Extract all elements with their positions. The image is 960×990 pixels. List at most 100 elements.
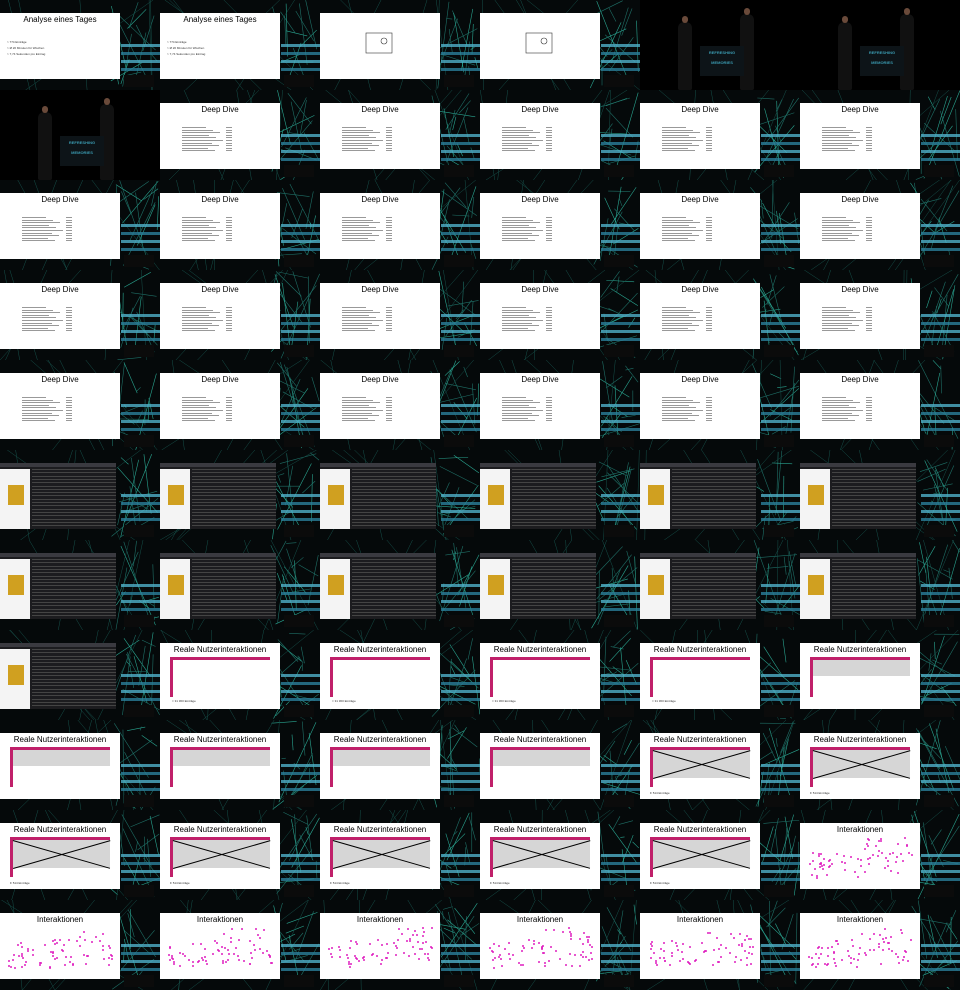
- thumbnail-app: [800, 540, 960, 630]
- text-line: [662, 237, 688, 239]
- interaction-dot: [427, 953, 430, 956]
- interaction-dot: [744, 950, 747, 953]
- text-line: [502, 330, 535, 332]
- list-row: [192, 488, 276, 490]
- slide-title: Deep Dive: [681, 375, 719, 384]
- interaction-dot: [248, 940, 251, 943]
- interaction-dot: [833, 951, 836, 954]
- logo-stripe: [761, 142, 800, 145]
- list-row: [672, 515, 756, 517]
- logo-stripe: [441, 600, 480, 603]
- interaction-dot: [663, 959, 666, 962]
- interaction-dot: [9, 965, 12, 968]
- interaction-dot: [878, 933, 881, 936]
- interaction-dot: [663, 949, 666, 952]
- logo-stripe: [921, 142, 960, 145]
- value-line: [226, 325, 232, 327]
- interaction-dot: [38, 964, 41, 967]
- list-row: [512, 568, 596, 570]
- value-line: [546, 320, 552, 321]
- list-row: [832, 521, 916, 523]
- value-line: [866, 235, 872, 237]
- text-line: [182, 129, 213, 131]
- interaction-dot: [541, 945, 544, 948]
- text-line: [342, 397, 366, 398]
- interaction-dot: [750, 962, 753, 965]
- stage-inset: [284, 525, 314, 537]
- text-line: [22, 219, 53, 221]
- stage-inset: [604, 345, 634, 357]
- logo-stripe: [121, 224, 160, 227]
- list-row: [672, 475, 756, 477]
- value-line: [226, 314, 232, 316]
- stage-inset: [124, 435, 154, 447]
- text-line: [662, 327, 688, 329]
- text-line: [182, 417, 208, 419]
- thumbnail-deep: Deep Dive: [800, 90, 960, 180]
- interaction-dot: [900, 932, 903, 935]
- logo-stripe: [121, 248, 160, 251]
- interaction-dot: [711, 963, 714, 966]
- list-row: [672, 505, 756, 507]
- thumbnail-comic: [320, 0, 480, 90]
- interaction-dot: [750, 938, 753, 940]
- interaction-dot: [20, 965, 23, 968]
- logo-stripe: [761, 862, 800, 865]
- value-line: [386, 140, 392, 141]
- stage-inset: [444, 615, 474, 627]
- app-toolbar: [480, 463, 596, 467]
- text-line: [342, 232, 372, 234]
- highlight-area: [493, 750, 590, 766]
- refreshing-memories-logo: [601, 760, 640, 800]
- list-row: [32, 665, 116, 667]
- interaction-dot: [17, 943, 20, 946]
- text-line: [502, 307, 526, 308]
- presentation-slide: Reale Nutzerinteraktionen Σ 514 Einträge: [640, 733, 760, 799]
- logo-stripe: [441, 420, 480, 423]
- list-row: [32, 691, 116, 693]
- logo-stripe: [281, 854, 320, 857]
- text-line: [662, 235, 699, 237]
- refreshing-memories-logo: [761, 580, 800, 620]
- list-row: [512, 592, 596, 593]
- text-line: [502, 129, 533, 131]
- list-row: [832, 502, 916, 503]
- value-line: [706, 407, 712, 409]
- interaction-dot: [877, 849, 880, 852]
- interaction-dot: [250, 957, 253, 960]
- value-line: [706, 320, 712, 321]
- list-row: [832, 478, 916, 480]
- value-line: [546, 237, 552, 239]
- thumbnail-reale_x: Reale Nutzerinteraktionen Σ 514 Einträge: [480, 810, 640, 900]
- text-line: [502, 312, 540, 314]
- logo-stripe: [601, 150, 640, 153]
- thumbnail-deep: Deep Dive: [160, 90, 320, 180]
- interaction-dot: [864, 871, 867, 874]
- thumbnail-deep: Deep Dive: [0, 360, 160, 450]
- logo-stripe: [761, 854, 800, 857]
- value-line: [706, 127, 712, 128]
- stage-inset: [604, 885, 634, 897]
- text-line: [662, 145, 699, 147]
- movie-poster: [808, 575, 824, 595]
- value-line: [866, 397, 872, 398]
- logo-stripe: [441, 968, 480, 971]
- stage-inset: [444, 885, 474, 897]
- interaction-dot: [586, 940, 589, 943]
- value-line: [866, 314, 872, 316]
- value-line: [866, 232, 872, 234]
- logo-stripe: [441, 510, 480, 513]
- interaction-dot: [877, 943, 880, 946]
- list-row: [192, 575, 276, 577]
- value-line: [66, 312, 72, 314]
- app-toolbar: [160, 463, 276, 467]
- text-line: [182, 317, 216, 319]
- interaction-dot: [749, 945, 752, 948]
- list-row: [352, 485, 436, 487]
- text-line: [502, 132, 540, 134]
- list-row: [832, 578, 916, 580]
- app-screenshot: [0, 463, 116, 529]
- logo-stripe: [921, 870, 960, 873]
- podium-text: MEMORIES: [871, 60, 893, 65]
- text-line: [662, 404, 689, 406]
